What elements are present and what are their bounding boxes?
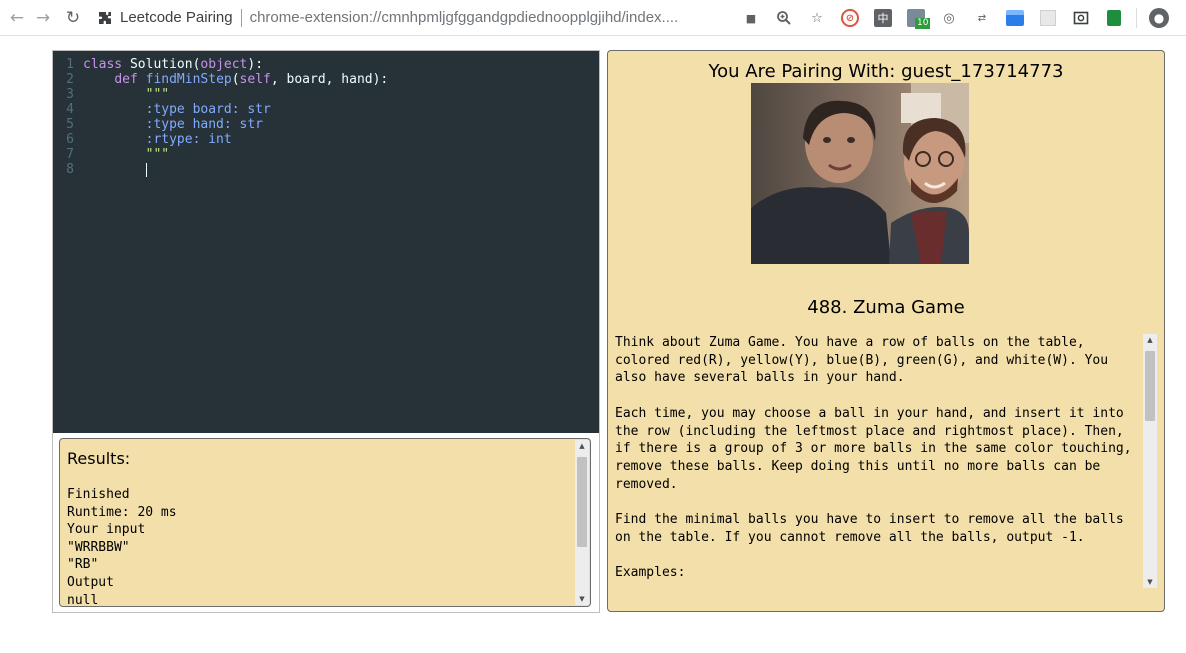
toolbar-divider — [1136, 8, 1137, 28]
code-line[interactable]: 5 :type hand: str — [53, 117, 599, 132]
results-output: Finished Runtime: 20 ms Your input "WRRBBW"… — [67, 486, 177, 607]
scroll-up-arrow-icon[interactable]: ▲ — [1143, 334, 1157, 346]
results-scrollbar[interactable]: ▲ ▼ — [575, 440, 589, 605]
code-token: """ — [83, 147, 170, 162]
code-token: :rtype: int — [83, 132, 232, 147]
line-number: 3 — [66, 87, 74, 102]
code-line[interactable]: 2 def findMinStep(self, board, hand): — [53, 72, 599, 87]
results-line: Finished — [67, 487, 130, 502]
scroll-up-arrow-icon[interactable]: ▲ — [575, 440, 589, 452]
code-text — [83, 162, 147, 177]
scroll-down-arrow-icon[interactable]: ▼ — [1143, 576, 1157, 588]
scroll-down-arrow-icon[interactable]: ▼ — [575, 593, 589, 605]
code-token: :type hand: str — [83, 117, 264, 132]
line-number: 5 — [66, 117, 74, 132]
code-token: class — [83, 57, 123, 72]
arrows-extension-icon[interactable]: ⇄ — [971, 7, 993, 29]
toolbar-icons: ■ ☆ ⊘ 中 10 ◎ ⇄ ● — [740, 7, 1181, 29]
pairing-title: You Are Pairing With: guest_173714773 — [708, 61, 1064, 82]
profile-avatar-icon[interactable]: ● — [1148, 7, 1170, 29]
badge-extension-icon[interactable]: 10 — [905, 7, 931, 29]
description-paragraph: Find the minimal balls you have to inser… — [615, 512, 1124, 545]
code-text: """ — [83, 147, 169, 162]
results-line: "RB" — [67, 557, 99, 573]
code-text: class Solution(object): — [83, 57, 263, 72]
code-line[interactable]: 7 """ — [53, 147, 599, 162]
problem-title: 488. Zuma Game — [807, 297, 965, 318]
pairing-panel: You Are Pairing With: guest_173714773 48… — [607, 50, 1165, 612]
line-number: 8 — [66, 162, 74, 177]
line-number: 2 — [66, 72, 74, 87]
address-divider — [240, 8, 242, 27]
window-extension-icon[interactable] — [1004, 7, 1026, 29]
address-bar[interactable]: Leetcode Pairing chrome-extension://cmnh… — [96, 4, 686, 32]
code-editor[interactable]: 1 class Solution(object): 2 def findMinSte… — [53, 51, 599, 433]
code-text: :type hand: str — [83, 117, 263, 132]
code-line[interactable]: 1 class Solution(object): — [53, 57, 599, 72]
code-token: ): — [247, 57, 264, 72]
code-token: object — [200, 57, 248, 72]
results-line: Runtime: 20 ms — [67, 504, 177, 520]
extension-badge-count: 10 — [915, 18, 931, 29]
code-line[interactable]: 3 """ — [53, 87, 599, 102]
url-text[interactable]: chrome-extension://cmnhpmljgfggandgpdied… — [250, 9, 679, 26]
results-title: Results: — [67, 449, 131, 468]
code-text: :rtype: int — [83, 132, 232, 147]
description-scroll-thumb[interactable] — [1145, 351, 1155, 421]
grey-extension-icon[interactable] — [1037, 7, 1059, 29]
code-token: """ — [83, 87, 170, 102]
code-text: def findMinStep(self, board, hand): — [83, 72, 388, 87]
code-text: :type board: str — [83, 102, 271, 117]
browser-toolbar: ← → ↻ Leetcode Pairing chrome-extension:… — [0, 0, 1186, 36]
blocked-extension-icon[interactable]: ⊘ — [839, 7, 861, 29]
code-token: :type board: str — [83, 102, 271, 117]
description-paragraph: Examples: — [615, 565, 686, 581]
site-name: Leetcode Pairing — [120, 9, 233, 26]
bookmark-star-icon[interactable]: ☆ — [806, 7, 828, 29]
code-line[interactable]: 8 — [53, 162, 599, 177]
line-number: 7 — [66, 147, 74, 162]
results-line: Your input — [67, 522, 146, 538]
problem-description: Think about Zuma Game. You have a row of… — [615, 334, 1141, 588]
description-paragraph: Each time, you may choose a ball in your… — [615, 405, 1132, 492]
notepad-extension-icon[interactable] — [1103, 7, 1125, 29]
results-line: Output — [67, 574, 114, 590]
description-scrollbar[interactable]: ▲ ▼ — [1143, 334, 1157, 588]
code-token: , board, hand): — [270, 72, 389, 87]
back-arrow-icon[interactable]: ← — [6, 7, 28, 29]
description-paragraph: Think about Zuma Game. You have a row of… — [615, 335, 1109, 386]
puzzle-piece-icon — [96, 9, 114, 27]
line-number: 4 — [66, 102, 74, 117]
line-number: 1 — [66, 57, 74, 72]
partner-video — [751, 83, 969, 264]
reload-icon[interactable]: ↻ — [62, 7, 84, 29]
screenshot-extension-icon[interactable] — [1070, 7, 1092, 29]
code-token: findMinStep — [145, 72, 232, 87]
zoom-icon[interactable] — [773, 7, 795, 29]
code-token: def — [114, 72, 138, 87]
code-token: Solution( — [122, 57, 201, 72]
code-token: ( — [231, 72, 240, 87]
results-scroll-thumb[interactable] — [577, 457, 587, 547]
editor-container: 1 class Solution(object): 2 def findMinSte… — [52, 50, 600, 613]
results-line: "WRRBBW" — [67, 539, 130, 555]
code-text: """ — [83, 87, 169, 102]
timer-extension-icon[interactable]: ◎ — [938, 7, 960, 29]
code-token: self — [239, 72, 271, 87]
text-cursor — [145, 162, 147, 177]
line-number: 6 — [66, 132, 74, 147]
forward-arrow-icon[interactable]: → — [32, 7, 54, 29]
camera-icon[interactable]: ■ — [740, 7, 762, 29]
translate-extension-icon[interactable]: 中 — [872, 7, 894, 29]
code-line[interactable]: 6 :rtype: int — [53, 132, 599, 147]
code-line[interactable]: 4 :type board: str — [53, 102, 599, 117]
results-panel: Results: Finished Runtime: 20 ms Your inpu… — [59, 438, 591, 607]
results-line: null — [67, 592, 99, 607]
